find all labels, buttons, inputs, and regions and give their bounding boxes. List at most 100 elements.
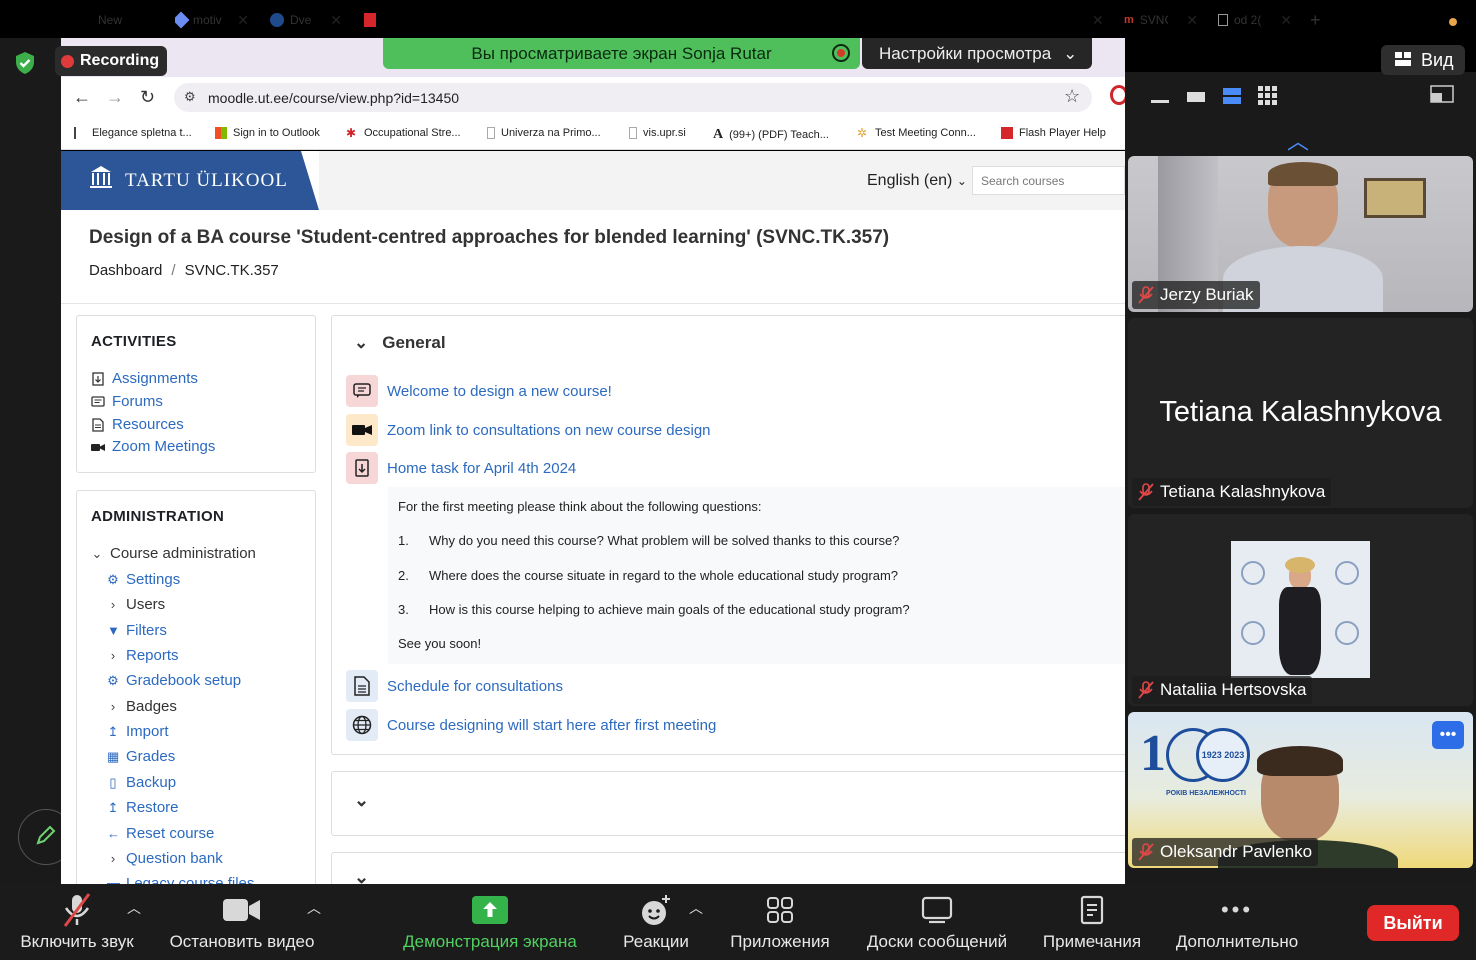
video-options-caret[interactable]: ︿: [307, 898, 321, 918]
back-arrow-icon[interactable]: ←: [73, 87, 91, 108]
bookmark-item[interactable]: Flash Player Help: [1001, 127, 1106, 139]
close-tab-icon[interactable]: ✕: [237, 12, 249, 29]
browser-tab[interactable]: Dve ✕: [270, 6, 342, 34]
module-home-task[interactable]: Home task for April 4th 2024: [346, 452, 576, 484]
module-zoom-link[interactable]: Zoom link to consultations on new course…: [346, 414, 711, 446]
notes-button[interactable]: Примечания: [1038, 884, 1146, 960]
admin-grades[interactable]: ▦ Grades: [107, 748, 175, 765]
browser-tab[interactable]: New: [98, 6, 164, 34]
close-tab-icon[interactable]: ✕: [1186, 12, 1198, 29]
view-settings-dropdown[interactable]: Настройки просмотра ⌄: [862, 38, 1092, 69]
reactions-options-caret[interactable]: ︿: [689, 898, 703, 918]
minimize-layout-icon[interactable]: [1150, 88, 1170, 109]
reactions-button[interactable]: Реакции: [619, 884, 693, 960]
forward-arrow-icon[interactable]: →: [106, 87, 124, 108]
scroll-up-icon[interactable]: ︿: [1287, 124, 1309, 156]
admin-users[interactable]: › Users: [107, 596, 165, 613]
speaker-layout-icon[interactable]: [1222, 87, 1242, 110]
browser-tab[interactable]: motiv ✕: [175, 6, 249, 34]
bookmark-label: (99+) (PDF) Teach...: [729, 129, 829, 141]
admin-reports[interactable]: › Reports: [107, 647, 179, 664]
university-logo[interactable]: TARTU ÜLIKOOL: [61, 151, 319, 210]
reload-icon[interactable]: ↻: [140, 87, 155, 108]
apps-button[interactable]: Приложения: [726, 884, 834, 960]
share-screen-button[interactable]: Демонстрация экрана: [394, 884, 586, 960]
shield-check-icon[interactable]: [13, 51, 37, 75]
participant-tile[interactable]: Tetiana Kalashnykova Tetiana Kalashnykov…: [1128, 318, 1473, 508]
module-course-designing[interactable]: Course designing will start here after f…: [346, 709, 716, 741]
browser-tab-fragment[interactable]: ✕: [1092, 6, 1102, 34]
admin-label: Question bank: [126, 850, 223, 867]
search-courses-input[interactable]: Search courses: [972, 166, 1125, 195]
admin-badges[interactable]: › Badges: [107, 698, 177, 715]
admin-label: Badges: [126, 698, 177, 715]
site-settings-icon[interactable]: ⚙: [184, 89, 196, 105]
bookmark-item[interactable]: ✲ Test Meeting Conn...: [857, 127, 976, 139]
close-tab-icon[interactable]: ✕: [330, 12, 342, 29]
admin-filters[interactable]: ▼ Filters: [107, 622, 167, 639]
thumbnail-layout-icon[interactable]: [1186, 88, 1206, 109]
admin-question-bank[interactable]: › Question bank: [107, 850, 223, 867]
bookmark-item[interactable]: vis.upr.si: [629, 127, 686, 139]
whiteboards-button[interactable]: Доски сообщений: [858, 884, 1016, 960]
emoji-plus-icon: [640, 892, 672, 928]
close-tab-icon[interactable]: ✕: [1092, 12, 1102, 29]
participant-tile-active[interactable]: 1 1923 2023 РОКІВ НЕЗАЛЕЖНОСТІ ••• Oleks…: [1128, 712, 1473, 868]
activity-forums[interactable]: Forums: [91, 393, 163, 410]
language-selector[interactable]: English (en) ⌄: [867, 172, 967, 190]
breadcrumb-dashboard[interactable]: Dashboard: [89, 262, 162, 279]
bookmark-star-icon[interactable]: ☆: [1064, 86, 1080, 107]
participant-tile[interactable]: Jerzy Buriak: [1128, 156, 1473, 312]
admin-reset-course[interactable]: ← Reset course: [107, 825, 214, 842]
bookmark-item[interactable]: ✱ Occupational Stre...: [346, 127, 461, 139]
collapsed-section[interactable]: ⌄: [331, 771, 1131, 836]
university-building-icon: [89, 164, 113, 198]
bookmark-item[interactable]: Sign in to Outlook: [215, 127, 320, 139]
file-icon: ▯: [109, 774, 117, 790]
participant-tile[interactable]: Nataliia Hertsovska: [1128, 514, 1473, 706]
view-button[interactable]: Вид: [1381, 45, 1465, 75]
question-number: 1.: [398, 533, 409, 548]
admin-legacy-files[interactable]: ▬ Legacy course files: [107, 875, 254, 884]
recording-indicator[interactable]: Recording: [55, 46, 167, 76]
unmute-button[interactable]: Включить звук: [14, 884, 140, 960]
close-tab-icon[interactable]: ✕: [1280, 12, 1292, 29]
admin-restore[interactable]: ↥ Restore: [107, 799, 179, 816]
admin-import[interactable]: ↥ Import: [107, 723, 169, 740]
gallery-layout-icon[interactable]: [1258, 86, 1278, 111]
breadcrumb-course[interactable]: SVNC.TK.357: [185, 262, 279, 279]
section-header[interactable]: ⌄ General: [354, 333, 446, 353]
admin-settings[interactable]: ⚙ Settings: [107, 571, 180, 588]
bookmark-item[interactable]: Univerza na Primo...: [487, 127, 601, 139]
task-intro: For the first meeting please think about…: [398, 499, 762, 514]
toolbar-label: Доски сообщений: [866, 932, 1008, 951]
bookmark-item[interactable]: Elegance spletna t...: [74, 127, 192, 139]
activity-label: Resources: [112, 416, 184, 433]
module-schedule[interactable]: Schedule for consultations: [346, 670, 563, 702]
admin-gradebook-setup[interactable]: ⚙ Gradebook setup: [107, 672, 241, 689]
bookmark-item[interactable]: A (99+) (PDF) Teach...: [713, 127, 829, 143]
new-tab-button[interactable]: +: [1310, 6, 1328, 34]
admin-backup[interactable]: ▯ Backup: [107, 774, 176, 791]
browser-tab[interactable]: m SVNC ✕: [1124, 6, 1198, 34]
pop-out-icon[interactable]: [1430, 85, 1454, 108]
audio-options-caret[interactable]: ︿: [127, 898, 141, 918]
activity-zoom-meetings[interactable]: Zoom Meetings: [91, 438, 215, 455]
address-bar[interactable]: ⚙ moodle.ut.ee/course/view.php?id=13450: [174, 83, 1092, 112]
course-administration-node[interactable]: ⌄ Course administration: [91, 545, 256, 562]
activity-assignments[interactable]: Assignments: [91, 370, 198, 387]
admin-label: Settings: [126, 571, 181, 588]
stop-video-button[interactable]: Остановить видео: [164, 884, 320, 960]
task-outro: See you soon!: [398, 636, 482, 651]
more-button[interactable]: ••• Дополнительно: [1170, 884, 1304, 960]
view-settings-label: Настройки просмотра: [879, 43, 1052, 63]
whiteboard-icon: [921, 892, 953, 928]
browser-tab[interactable]: od 2( ✕: [1218, 6, 1292, 34]
more-options-icon[interactable]: •••: [1432, 721, 1464, 749]
module-welcome[interactable]: Welcome to design a new course!: [346, 375, 612, 407]
activity-resources[interactable]: Resources: [91, 416, 184, 433]
leave-meeting-button[interactable]: Выйти: [1367, 905, 1459, 941]
mic-muted-icon: [1138, 286, 1154, 304]
browser-tab[interactable]: [364, 6, 380, 34]
search-placeholder: Search courses: [981, 174, 1065, 188]
